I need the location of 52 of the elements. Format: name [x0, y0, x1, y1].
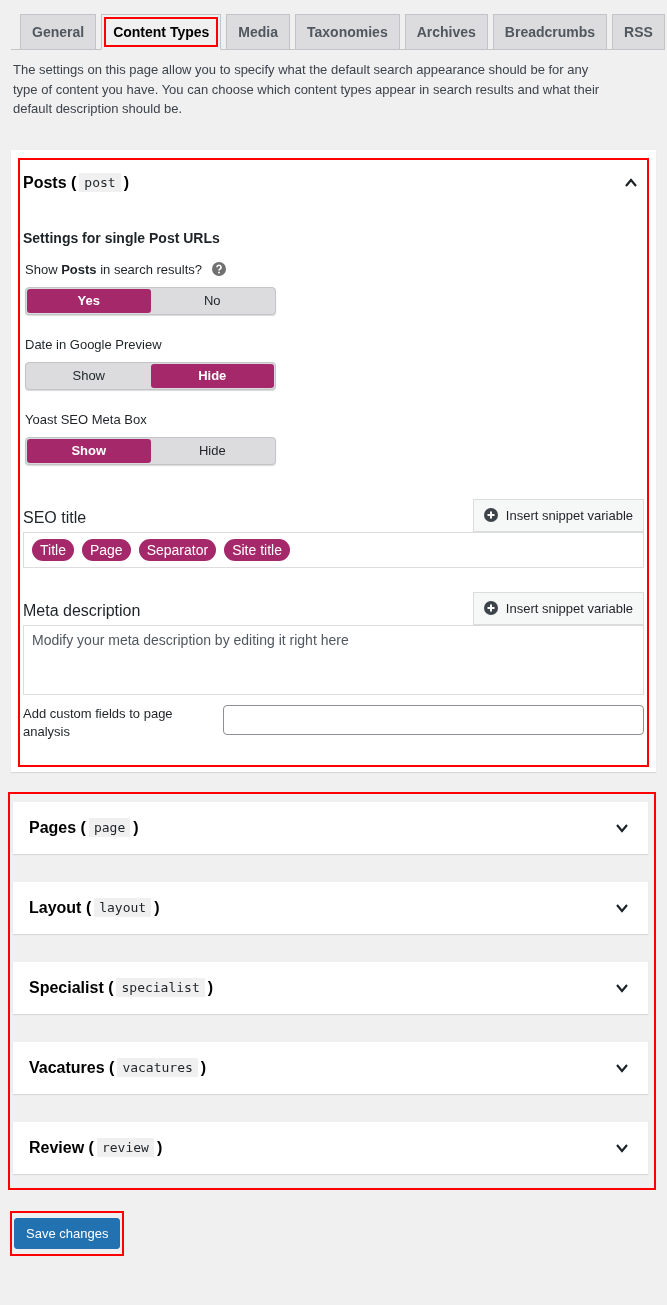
panel-title: Specialist (	[29, 978, 114, 997]
field-label: Add custom fields to page analysis	[23, 704, 174, 741]
panel-title: )	[123, 173, 129, 192]
intro-text: The settings on this page allow you to specify what the default search appearance should be for any type of content you have. You can choose which content types appear in search results and what their default description should be.	[13, 61, 601, 118]
panel-title: )	[200, 1058, 207, 1077]
panel-title: )	[133, 818, 139, 837]
panel-title: Vacatures (	[29, 1058, 115, 1077]
insert-snippet-button[interactable]: Insert snippet variable	[472, 591, 644, 625]
toggle-option[interactable]: Show	[27, 438, 151, 463]
toggle-label: Date in Google Preview	[25, 336, 162, 352]
panel-title: Review (	[29, 1138, 94, 1157]
toggle-label: Show Posts in search results?	[25, 261, 203, 277]
panel-title: Pages (	[29, 818, 86, 837]
tab[interactable]: Archives	[404, 14, 488, 50]
snippet-variable-tag: Site title	[224, 538, 290, 561]
post-type-slug: layout	[94, 898, 152, 917]
post-type-slug: vacatures	[117, 1058, 198, 1077]
post-type-slug: specialist	[116, 978, 205, 997]
help-icon[interactable]	[212, 262, 227, 276]
toggle-option[interactable]: Yes	[27, 288, 151, 313]
field-label: Meta description	[23, 601, 141, 621]
panel-title: Posts (	[23, 173, 77, 192]
toggle-label: Yoast SEO Meta Box	[25, 411, 147, 427]
meta-description-field[interactable]: Modify your meta description by editing it right here	[23, 624, 644, 695]
tab[interactable]: Media	[226, 14, 291, 50]
tab[interactable]: Breadcrumbs	[492, 14, 608, 50]
panel-title: )	[156, 1138, 163, 1157]
plus-circle-icon	[483, 601, 498, 615]
panel-title: )	[207, 978, 214, 997]
save-button[interactable]: Save changes	[14, 1217, 121, 1249]
toggle-option[interactable]: Hide	[150, 438, 274, 463]
plus-circle-icon	[483, 508, 498, 522]
insert-snippet-button[interactable]: Insert snippet variable	[472, 498, 644, 532]
snippet-variable-tag: Title	[32, 538, 74, 561]
snippet-variable-tag: Page	[81, 538, 131, 561]
section-heading: Settings for single Post URLs	[23, 229, 221, 246]
panel-title: Layout (	[29, 898, 92, 917]
post-type-slug: page	[88, 818, 131, 837]
toggle-option[interactable]: No	[150, 288, 274, 313]
field-label: SEO title	[23, 508, 87, 528]
toggle-option[interactable]: Show	[27, 363, 151, 388]
tab[interactable]: Taxonomies	[295, 14, 400, 50]
tab[interactable]: Content Types	[101, 14, 222, 50]
tab[interactable]: General	[20, 14, 97, 50]
custom-fields-input[interactable]	[223, 704, 644, 735]
snippet-variable-tag: Separator	[138, 538, 217, 561]
panel-title: )	[154, 898, 160, 917]
toggle-option[interactable]: Hide	[150, 363, 274, 388]
post-type-slug: post	[79, 173, 121, 192]
post-type-slug: review	[96, 1138, 154, 1157]
tab[interactable]: RSS	[612, 14, 665, 50]
seo-title-field[interactable]: Title Page Separator Site title	[23, 531, 644, 568]
